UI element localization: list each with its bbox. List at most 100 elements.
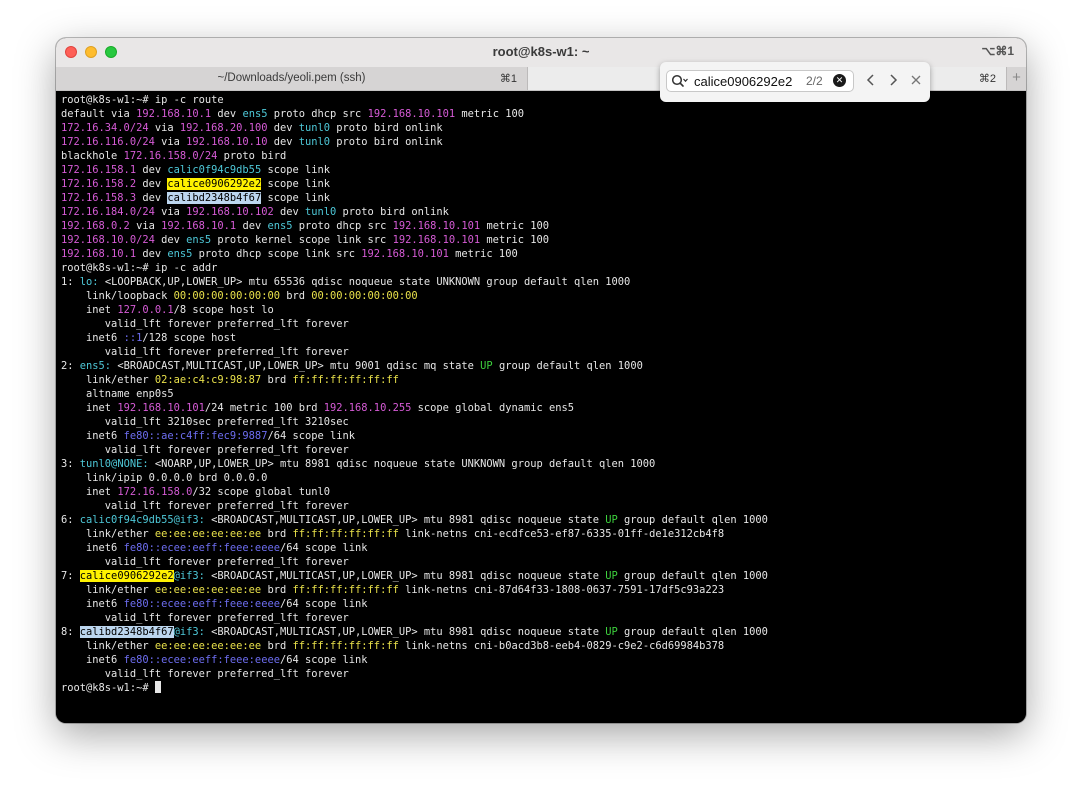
link-state: UP (605, 626, 618, 638)
ip-address: 192.168.10.1 (136, 108, 212, 120)
terminal-text: default via (61, 108, 137, 120)
terminal-text: dev (136, 248, 168, 260)
tab-yeoli-ssh[interactable]: ~/Downloads/yeoli.pem (ssh) ⌘1 (56, 67, 528, 90)
terminal-line: valid_lft forever preferred_lft forever (61, 443, 768, 457)
link-state: UP (605, 514, 618, 526)
ip-address: 192.168.10.101 (367, 108, 456, 120)
terminal-text: link/ipip 0.0.0.0 brd 0.0.0.0 (61, 472, 268, 484)
terminal-line: link/ether ee:ee:ee:ee:ee:ee brd ff:ff:f… (61, 527, 768, 541)
terminal-text: <BROADCAST,MULTICAST,UP,LOWER_UP> mtu 90… (117, 360, 481, 372)
terminal-text: dev (267, 136, 299, 148)
terminal-text: <BROADCAST,MULTICAST,UP,LOWER_UP> mtu 89… (211, 514, 606, 526)
interface-name: tunl0@NONE: (79, 458, 155, 470)
clear-icon[interactable]: ✕ (833, 74, 846, 87)
terminal-text: 6: (61, 514, 80, 526)
interface-name: lo: (79, 276, 105, 288)
find-input[interactable]: calice0906292e2 2/2 ✕ (666, 70, 854, 92)
tab-label: ~/Downloads/yeoli.pem (ssh) (217, 72, 366, 84)
terminal-line: 192.168.10.1 dev ens5 proto dhcp scope l… (61, 247, 768, 261)
terminal-text: <NOARP,UP,LOWER_UP> mtu 8981 qdisc noque… (154, 458, 656, 470)
terminal-text: /24 metric 100 brd (204, 402, 324, 414)
terminal-text: inet6 (61, 332, 124, 344)
terminal-line: 192.168.10.0/24 dev ens5 proto kernel sc… (61, 233, 768, 247)
ip-address: 172.16.158.0 (117, 486, 193, 498)
terminal-text: valid_lft forever preferred_lft forever (61, 668, 349, 680)
terminal-text: inet (61, 486, 118, 498)
terminal-text: brd (279, 290, 312, 302)
terminal-line: inet6 fe80::ecee:eeff:feee:eeee/64 scope… (61, 541, 768, 555)
link-state: UP (605, 570, 618, 582)
terminal-text: group default qlen 1000 (492, 360, 643, 372)
interface-name: tunl0 (305, 206, 337, 218)
ip-address: 192.168.10.0/24 (61, 234, 155, 246)
ip-address: 192.168.10.101 (392, 234, 481, 246)
interface-name: @if3: (173, 626, 212, 638)
terminal-line: link/ipip 0.0.0.0 brd 0.0.0.0 (61, 471, 768, 485)
mac-address: ee:ee:ee:ee:ee:ee (154, 528, 262, 540)
terminal-line: valid_lft forever preferred_lft forever (61, 499, 768, 513)
terminal-text: 1: (61, 276, 80, 288)
mac-address: 00:00:00:00:00:00 (311, 290, 418, 302)
terminal-text: 3: (61, 458, 80, 470)
terminal-line: inet 127.0.0.1/8 scope host lo (61, 303, 768, 317)
new-tab-button[interactable]: + (1006, 67, 1026, 90)
terminal-text: <BROADCAST,MULTICAST,UP,LOWER_UP> mtu 89… (211, 626, 606, 638)
chevron-left-icon[interactable] (863, 71, 879, 89)
mac-address: 00:00:00:00:00:00 (173, 290, 280, 302)
interface-name: calic0f94c9db55@if3: (79, 514, 212, 526)
search-match-current: calice0906292e2 (167, 178, 262, 190)
ip-address: 172.16.158.0/24 (123, 150, 218, 162)
terminal-text: /8 scope host lo (173, 304, 274, 316)
search-match: calibd2348b4f67 (79, 626, 174, 638)
mac-address: 02:ae:c4:c9:98:87 (154, 374, 262, 386)
terminal-text: dev (136, 178, 168, 190)
terminal-text: link/ether (61, 584, 155, 596)
ipv6-address: fe80::ae:c4ff:fec9:9887 (123, 430, 268, 442)
terminal-text: group default qlen 1000 (617, 626, 768, 638)
terminal-line: blackhole 172.16.158.0/24 proto bird (61, 149, 768, 163)
terminal-output[interactable]: root@k8s-w1:~# ip -c route default via 19… (56, 91, 1026, 723)
terminal-line: valid_lft forever preferred_lft forever (61, 555, 768, 569)
terminal-line: 172.16.116.0/24 via 192.168.10.10 dev tu… (61, 135, 768, 149)
terminal-text: altname enp0s5 (61, 388, 174, 400)
terminal-text: link-netns cni-87d64f33-1808-0637-7591-1… (398, 584, 725, 596)
terminal-text: dev (136, 164, 168, 176)
ip-address: 192.168.10.255 (323, 402, 412, 414)
terminal-text: via (154, 206, 187, 218)
interface-name: ens5 (167, 248, 193, 260)
mac-address: ff:ff:ff:ff:ff:ff (292, 584, 399, 596)
terminal-text: link/loopback (61, 290, 174, 302)
terminal-text: group default qlen 1000 (617, 514, 768, 526)
terminal-text: link-netns cni-ecdfce53-ef87-6335-01ff-d… (398, 528, 725, 540)
terminal-text: dev (236, 220, 268, 232)
find-match-count: 2/2 (806, 74, 823, 88)
terminal-text: inet6 (61, 542, 124, 554)
terminal-line: link/ether 02:ae:c4:c9:98:87 brd ff:ff:f… (61, 373, 768, 387)
terminal-text: valid_lft forever preferred_lft forever (61, 612, 349, 624)
ip-address: 192.168.10.102 (186, 206, 274, 218)
ip-address: 192.168.0.2 (61, 220, 130, 232)
chevron-right-icon[interactable] (885, 71, 901, 89)
ip-address: 192.168.10.1 (161, 220, 237, 232)
terminal-line: 8: calibd2348b4f67@if3: <BROADCAST,MULTI… (61, 625, 768, 639)
close-icon[interactable] (908, 71, 924, 89)
tab-shortcut: ⌘2 (978, 73, 996, 85)
terminal-text: <BROADCAST,MULTICAST,UP,LOWER_UP> mtu 89… (211, 570, 606, 582)
mac-address: ff:ff:ff:ff:ff:ff (292, 640, 399, 652)
search-options-icon[interactable] (671, 74, 689, 88)
terminal-text: blackhole (61, 150, 124, 162)
terminal-line: root@k8s-w1:~# (61, 681, 768, 695)
window-shortcut: ⌥⌘1 (981, 44, 1014, 58)
terminal-text: inet6 (61, 598, 124, 610)
terminal-text: root@k8s-w1:~# (61, 682, 155, 694)
terminal-text: /32 scope global tunl0 (192, 486, 331, 498)
terminal-text: inet (61, 402, 118, 414)
search-match: calibd2348b4f67 (167, 192, 262, 204)
terminal-line: 7: calice0906292e2@if3: <BROADCAST,MULTI… (61, 569, 768, 583)
terminal-text: inet6 (61, 654, 124, 666)
ipv6-address: fe80::ecee:eeff:feee:eeee (123, 654, 280, 666)
terminal-text: inet6 (61, 430, 124, 442)
terminal-lines: root@k8s-w1:~# ip -c route default via 19… (61, 93, 768, 695)
terminal-text: brd (261, 584, 293, 596)
terminal-text: /128 scope host (142, 332, 237, 344)
